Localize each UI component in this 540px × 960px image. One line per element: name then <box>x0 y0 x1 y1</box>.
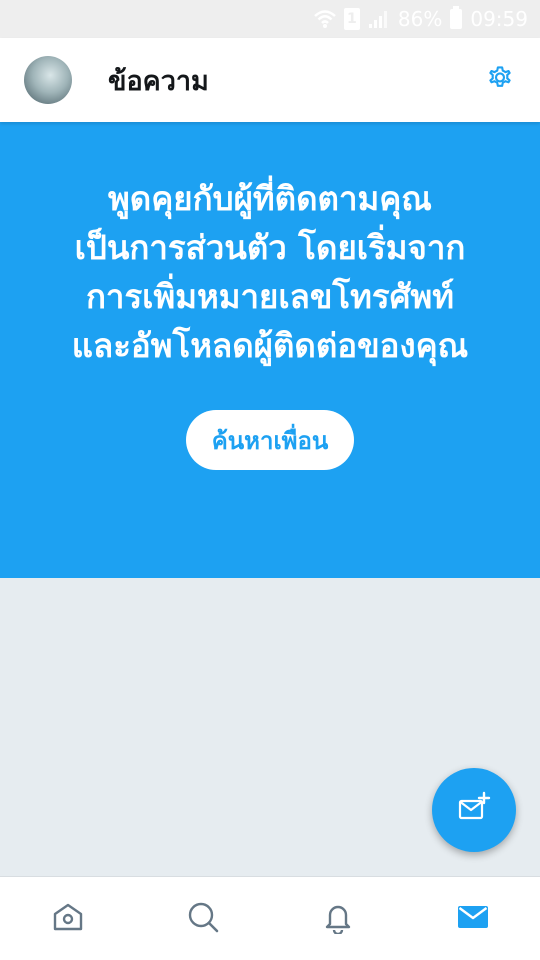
nav-home[interactable] <box>0 877 135 960</box>
find-friends-button[interactable]: ค้นหาเพื่อน <box>185 410 355 470</box>
promo-message: พูดคุยกับผู้ที่ติดตามคุณเป็นการส่วนตัว โ… <box>71 179 469 365</box>
sim-icon: 1 <box>343 8 360 30</box>
nav-messages[interactable] <box>405 877 540 960</box>
mail-icon <box>456 900 490 938</box>
gear-icon <box>484 62 516 98</box>
wifi-icon <box>314 9 336 29</box>
promo-banner: พูดคุยกับผู้ที่ติดตามคุณเป็นการส่วนตัว โ… <box>0 122 540 578</box>
home-icon <box>51 900 85 938</box>
search-icon <box>186 900 220 938</box>
bell-icon <box>321 900 355 938</box>
settings-button[interactable] <box>480 60 520 100</box>
clock: 09:59 <box>470 7 528 31</box>
app-header: ข้อความ <box>0 38 540 122</box>
profile-avatar[interactable] <box>24 56 72 104</box>
battery-level: 86% <box>397 7 443 31</box>
signal-icon <box>368 9 390 29</box>
nav-notifications[interactable] <box>270 877 405 960</box>
bottom-nav <box>0 876 540 960</box>
page-title: ข้อความ <box>108 65 209 97</box>
new-message-icon <box>456 790 492 830</box>
nav-search[interactable] <box>135 877 270 960</box>
battery-icon <box>450 6 463 29</box>
new-message-button[interactable] <box>432 768 516 852</box>
status-bar: 1 86% 09:59 <box>0 0 540 38</box>
